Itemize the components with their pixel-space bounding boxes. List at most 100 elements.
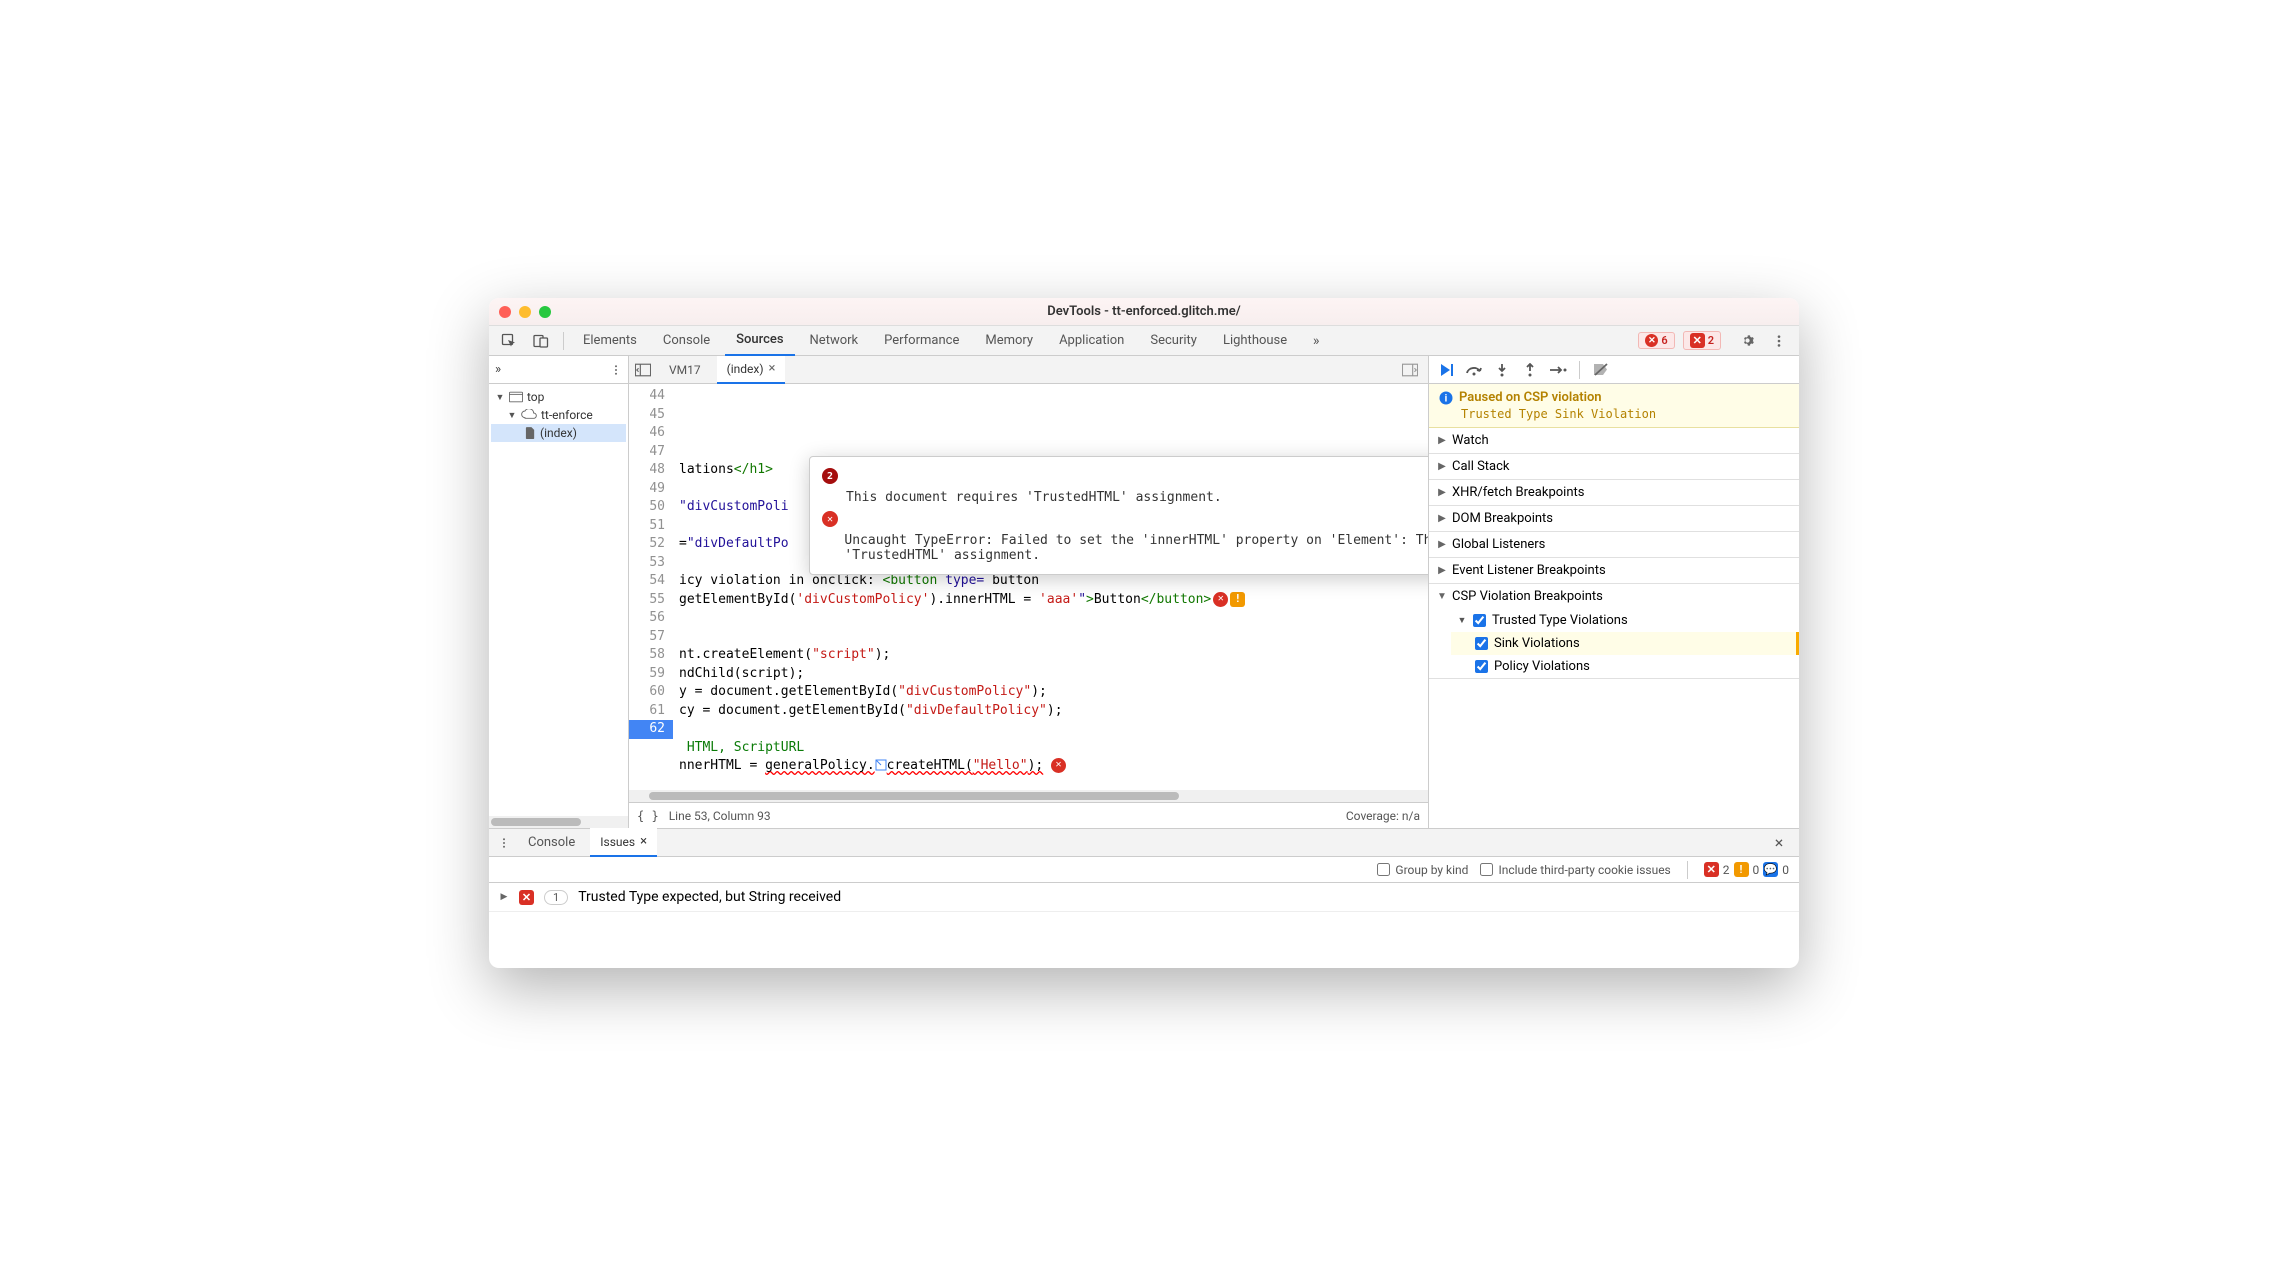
file-tab-index[interactable]: (index) × [717,356,786,384]
issues-summary: ✕2 !0 💬0 [1704,862,1789,877]
device-toggle-icon[interactable] [527,327,555,355]
maximize-window[interactable] [539,306,551,318]
tab-memory[interactable]: Memory [974,326,1044,355]
error-badge[interactable]: ✕ 6 [1638,332,1674,349]
cursor-position: Line 53, Column 93 [669,809,771,823]
tab-performance[interactable]: Performance [873,326,970,355]
drawer-panel: Console Issues × × Group by kind Include… [489,828,1799,968]
close-window[interactable] [499,306,511,318]
kebab-menu-icon[interactable] [1765,327,1793,355]
issues-count: 2 [1708,334,1714,347]
breakpoint-trusted-type[interactable]: ▼ Trusted Type Violations [1451,609,1799,632]
window-controls [499,306,551,318]
pause-banner: i Paused on CSP violation Trusted Type S… [1429,384,1799,428]
section-event[interactable]: ▶Event Listener Breakpoints [1429,558,1799,583]
close-drawer-icon[interactable]: × [1765,829,1793,857]
sources-panel: » ▼ top ▼ tt-enforce (index) [489,356,1799,828]
section-dom[interactable]: ▶DOM Breakpoints [1429,506,1799,531]
devtools-window: DevTools - tt-enforced.glitch.me/ Elemen… [489,298,1799,968]
drawer-filter-bar: Group by kind Include third-party cookie… [489,857,1799,883]
issue-title: Trusted Type expected, but String receiv… [578,889,841,905]
tab-application[interactable]: Application [1048,326,1135,355]
section-global[interactable]: ▶Global Listeners [1429,532,1799,557]
pause-subtitle: Trusted Type Sink Violation [1461,407,1789,421]
navigator-menu-icon[interactable] [610,364,622,376]
drawer-menu-icon[interactable] [495,829,513,857]
step-over-button[interactable] [1463,359,1485,381]
window-title: DevTools - tt-enforced.glitch.me/ [489,304,1799,319]
inspect-icon[interactable] [495,327,523,355]
tree-top-label: top [527,390,544,404]
checkbox-policy[interactable] [1475,660,1488,673]
nav-history-icon[interactable] [633,356,653,384]
minimize-window[interactable] [519,306,531,318]
debug-toolbar [1429,356,1799,384]
issues-list: ▶ ✕ 1 Trusted Type expected, but String … [489,883,1799,968]
resume-button[interactable] [1435,359,1457,381]
breakpoint-policy[interactable]: Policy Violations [1451,655,1799,678]
separator [563,332,564,350]
debugger-sidebar: i Paused on CSP violation Trusted Type S… [1429,356,1799,828]
info-icon: i [1439,391,1453,405]
editor-status-bar: { } Line 53, Column 93 Coverage: n/a [629,802,1428,828]
drawer-tab-console[interactable]: Console [517,828,586,857]
summary-err-icon: ✕ [1704,862,1719,877]
tab-sources[interactable]: Sources [725,325,794,356]
tree-file-index[interactable]: (index) [491,424,626,442]
tree-top[interactable]: ▼ top [491,388,626,406]
tooltip-msg-2: Uncaught TypeError: Failed to set the 'i… [844,533,1428,563]
inline-error-icon-2[interactable]: ✕ [1051,758,1066,773]
checkbox-tt[interactable] [1473,614,1486,627]
main-tabbar: Elements Console Sources Network Perform… [489,326,1799,356]
section-csp[interactable]: ▼CSP Violation Breakpoints [1429,584,1799,609]
tree-origin[interactable]: ▼ tt-enforce [491,406,626,424]
close-drawer-tab-icon[interactable]: × [640,834,647,849]
error-x-icon: ✕ [822,511,838,527]
file-tree: ▼ top ▼ tt-enforce (index) [489,384,628,446]
titlebar: DevTools - tt-enforced.glitch.me/ [489,298,1799,326]
tooltip-msg-1: This document requires 'TrustedHTML' ass… [846,490,1222,505]
issues-badge[interactable]: ✕ 2 [1683,331,1721,350]
line-gutter: 44454647484950515253545556575859606162 [629,384,673,790]
inline-warn-icon[interactable]: ! [1230,592,1245,607]
close-tab-icon[interactable]: × [769,361,776,376]
step-out-button[interactable] [1519,359,1541,381]
breakpoint-sink[interactable]: Sink Violations [1451,632,1799,655]
file-tab-vm17[interactable]: VM17 [659,357,711,383]
section-callstack[interactable]: ▶Call Stack [1429,454,1799,479]
svg-text:i: i [1445,393,1448,404]
tab-security[interactable]: Security [1139,326,1208,355]
navigator-panel: » ▼ top ▼ tt-enforce (index) [489,356,629,828]
checkbox-sink[interactable] [1475,637,1488,650]
issue-count: 1 [544,890,568,905]
inline-error-icon[interactable]: ✕ [1213,592,1228,607]
tab-console[interactable]: Console [652,326,721,355]
group-by-kind-checkbox[interactable]: Group by kind [1377,863,1468,877]
more-tabs-icon[interactable]: » [1302,327,1330,355]
deactivate-breakpoints-button[interactable] [1590,359,1612,381]
error-count: 6 [1661,334,1667,347]
error-tooltip: 2 This document requires 'TrustedHTML' a… [809,456,1428,575]
editor-scrollbar[interactable] [629,790,1428,802]
tab-elements[interactable]: Elements [572,326,648,355]
third-party-checkbox[interactable]: Include third-party cookie issues [1480,863,1670,877]
tab-lighthouse[interactable]: Lighthouse [1212,326,1298,355]
drawer-tabs: Console Issues × × [489,829,1799,857]
nav-scrollbar[interactable] [489,816,628,828]
step-button[interactable] [1547,359,1569,381]
settings-icon[interactable] [1733,327,1761,355]
section-xhr[interactable]: ▶XHR/fetch Breakpoints [1429,480,1799,505]
tree-origin-label: tt-enforce [541,408,593,422]
tab-network[interactable]: Network [799,326,870,355]
drawer-tab-issues[interactable]: Issues × [590,828,657,857]
coverage-status: Coverage: n/a [1346,809,1420,823]
issue-row[interactable]: ▶ ✕ 1 Trusted Type expected, but String … [489,883,1799,912]
code-editor[interactable]: 44454647484950515253545556575859606162 l… [629,384,1428,790]
run-snippet-icon[interactable] [1396,356,1424,384]
issue-icon: ✕ [519,890,534,905]
pretty-print-icon[interactable]: { } [637,809,659,823]
section-watch[interactable]: ▶Watch [1429,428,1799,453]
step-into-button[interactable] [1491,359,1513,381]
pause-title: Paused on CSP violation [1459,390,1602,405]
code-content[interactable]: lations</h1> "divCustomPoli ="divDefault… [673,384,1428,790]
